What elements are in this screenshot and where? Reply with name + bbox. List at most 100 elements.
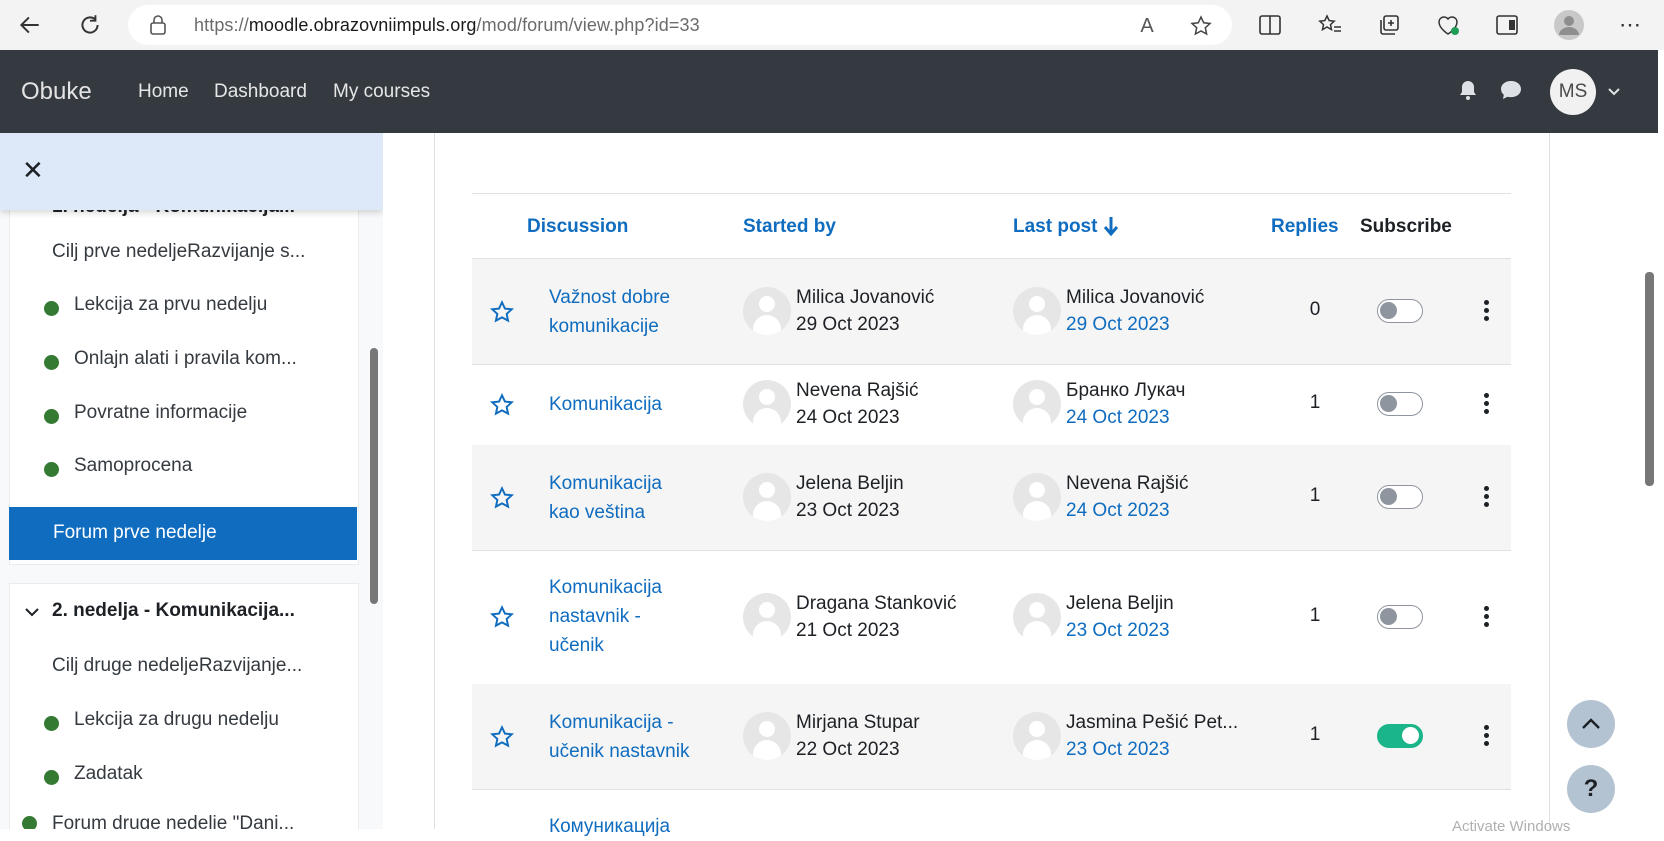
replies-count[interactable]: 0 (1300, 299, 1330, 321)
kebab-menu-icon[interactable] (1484, 606, 1490, 630)
kebab-menu-icon[interactable] (1484, 393, 1490, 417)
replies-count[interactable]: 1 (1300, 485, 1330, 507)
section-card-week-2: 2. nedelja - Komunikacija... (9, 583, 359, 829)
last-post-date[interactable]: 24 Oct 2023 (1066, 407, 1170, 429)
discussion-link[interactable]: Važnost dobre komunikacije (549, 283, 709, 341)
last-post-date[interactable]: 23 Oct 2023 (1066, 620, 1170, 642)
star-icon[interactable] (489, 724, 515, 755)
header-replies[interactable]: Replies (1271, 216, 1339, 238)
back-to-top-button[interactable] (1567, 700, 1615, 748)
site-brand[interactable]: Obuke (21, 78, 92, 106)
avatar (1013, 593, 1061, 641)
completion-dot (44, 301, 59, 316)
nav-dashboard[interactable]: Dashboard (214, 81, 307, 103)
arrow-down-icon (1102, 214, 1120, 238)
favorite-star-icon[interactable] (1188, 13, 1214, 39)
last-post-user[interactable]: Бранко Лукач (1066, 380, 1185, 402)
replies-count[interactable]: 1 (1300, 605, 1330, 627)
subscribe-toggle[interactable] (1377, 724, 1423, 748)
completion-dot (44, 770, 59, 785)
favorites-icon[interactable] (1316, 11, 1344, 39)
course-item[interactable]: Forum druge nedelje "Dani... (52, 813, 294, 829)
last-post-user[interactable]: Nevena Rajšić (1066, 473, 1189, 495)
subscribe-toggle[interactable] (1377, 299, 1423, 323)
more-options-icon[interactable]: ⋯ (1616, 11, 1644, 39)
table-row: Komunikacija - učenik nastavnik Mirjana … (472, 684, 1511, 790)
star-icon[interactable] (489, 604, 515, 635)
nav-home[interactable]: Home (138, 81, 189, 103)
help-button[interactable]: ? (1567, 765, 1615, 813)
discussion-link[interactable]: Komunikacija (549, 390, 709, 419)
course-item[interactable]: Cilj druge nedeljeRazvijanje... (52, 655, 302, 677)
drawer-scrollbar[interactable] (370, 348, 378, 604)
sidebar-toggle-icon[interactable] (1493, 11, 1521, 39)
site-navbar: Obuke Home Dashboard My courses MS (0, 50, 1658, 133)
last-post-date[interactable]: 29 Oct 2023 (1066, 314, 1170, 336)
subscribe-toggle[interactable] (1377, 485, 1423, 509)
read-aloud-icon[interactable]: A (1134, 13, 1160, 39)
course-item[interactable]: Cilj prve nedeljeRazvijanje s... (52, 241, 305, 263)
replies-count[interactable]: 1 (1300, 724, 1330, 746)
table-row: Komunikacija nastavnik - učenik Dragana … (472, 550, 1511, 685)
last-post-date[interactable]: 24 Oct 2023 (1066, 500, 1170, 522)
user-avatar[interactable]: MS (1550, 69, 1596, 115)
back-arrow-icon[interactable] (14, 9, 46, 41)
star-icon[interactable] (489, 392, 515, 423)
star-icon[interactable] (489, 299, 515, 330)
page-scrollbar[interactable] (1645, 272, 1654, 486)
header-discussion[interactable]: Discussion (527, 216, 628, 238)
last-post-user[interactable]: Jelena Beljin (1066, 593, 1174, 615)
discussion-link[interactable]: Komunikacija - učenik nastavnik (549, 708, 709, 766)
discussion-table-header: Discussion Started by Last post Replies … (472, 193, 1511, 260)
course-item[interactable]: Lekcija za drugu nedelju (74, 709, 279, 731)
start-date: 21 Oct 2023 (796, 620, 900, 641)
starter-name[interactable]: Nevena Rajšić (796, 380, 919, 402)
course-item[interactable]: Zadatak (74, 763, 143, 785)
completion-dot (44, 462, 59, 477)
discussion-link[interactable]: Komunikacija nastavnik - učenik (549, 573, 679, 660)
starter-name[interactable]: Mirjana Stupar (796, 712, 920, 734)
kebab-menu-icon[interactable] (1484, 300, 1490, 324)
subscribe-toggle[interactable] (1377, 605, 1423, 629)
section-title-week-2[interactable]: 2. nedelja - Komunikacija... (52, 600, 295, 622)
course-item[interactable]: Onlajn alati i pravila kom... (74, 348, 297, 370)
chevron-down-icon[interactable] (1606, 84, 1622, 100)
collections-icon[interactable] (1375, 11, 1403, 39)
starter-name[interactable]: Milica Jovanović (796, 287, 934, 309)
course-item[interactable]: Samoprocena (74, 455, 192, 477)
kebab-menu-icon[interactable] (1484, 486, 1490, 510)
start-date: 24 Oct 2023 (796, 407, 900, 428)
discussion-link[interactable]: Комуникација (549, 812, 709, 841)
subscribe-toggle[interactable] (1377, 392, 1423, 416)
last-post-user[interactable]: Milica Jovanović (1066, 287, 1204, 309)
course-item[interactable]: Povratne informacije (74, 402, 247, 424)
lock-icon[interactable] (148, 15, 168, 35)
profile-avatar-icon[interactable] (1553, 9, 1585, 41)
header-started-by[interactable]: Started by (743, 216, 836, 238)
address-bar[interactable]: https://moodle.obrazovniimpuls.org/mod/f… (128, 5, 1232, 45)
starter-name[interactable]: Dragana Stanković (796, 593, 957, 615)
avatar (1013, 287, 1061, 335)
course-item-active[interactable]: Forum prve nedelje (9, 507, 357, 560)
kebab-menu-icon[interactable] (1484, 725, 1490, 749)
close-drawer-icon[interactable]: ✕ (22, 155, 44, 186)
refresh-icon[interactable] (74, 9, 106, 41)
avatar (743, 712, 791, 760)
messages-chat-icon[interactable] (1498, 78, 1524, 102)
completion-dot (44, 716, 59, 731)
split-screen-icon[interactable] (1256, 11, 1284, 39)
chevron-down-icon[interactable] (22, 602, 42, 622)
replies-count[interactable]: 1 (1300, 392, 1330, 414)
discussion-link[interactable]: Komunikacija kao veština (549, 469, 679, 527)
nav-my-courses[interactable]: My courses (333, 81, 430, 103)
course-item[interactable]: Lekcija za prvu nedelju (74, 294, 267, 316)
active-item-label: Forum prve nedelje (53, 522, 217, 543)
avatar (743, 380, 791, 428)
last-post-date[interactable]: 23 Oct 2023 (1066, 739, 1170, 761)
last-post-user[interactable]: Jasmina Pešić Pet... (1066, 712, 1238, 734)
notifications-bell-icon[interactable] (1456, 78, 1480, 102)
header-last-post[interactable]: Last post (1013, 216, 1097, 238)
health-icon[interactable] (1434, 11, 1462, 39)
starter-name[interactable]: Jelena Beljin (796, 473, 904, 495)
star-icon[interactable] (489, 485, 515, 516)
